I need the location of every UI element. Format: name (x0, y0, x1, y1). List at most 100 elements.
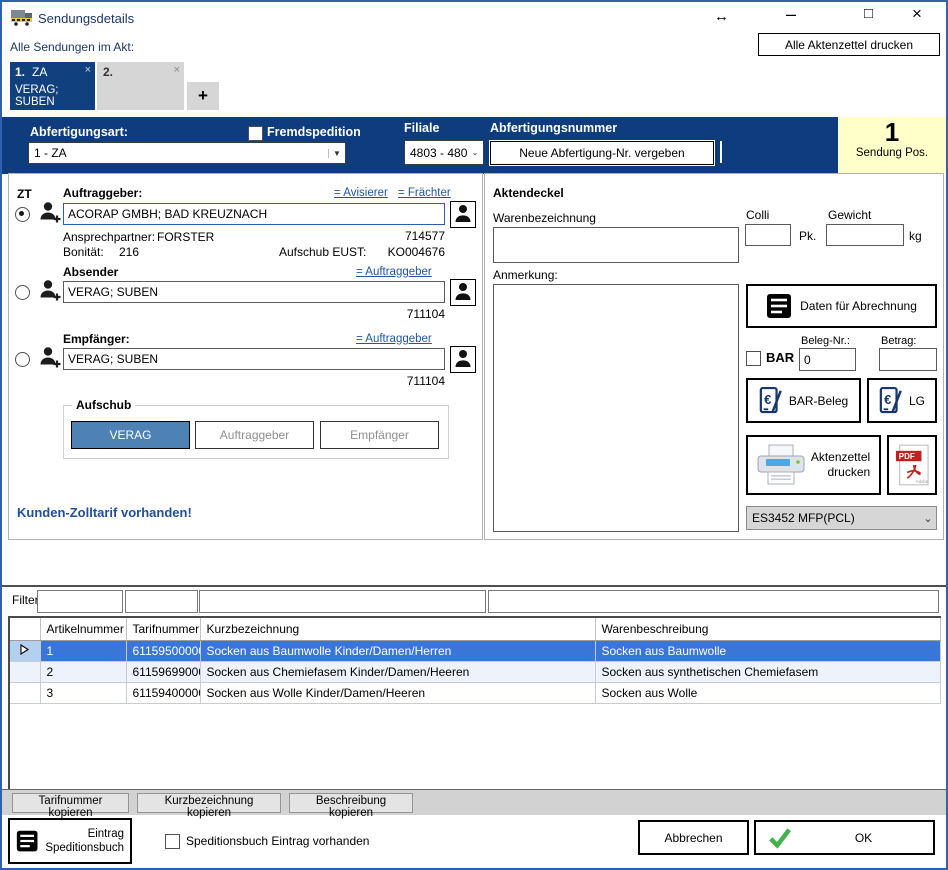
lg-button[interactable]: € LG (867, 378, 937, 423)
cell-kurzbezeichnung[interactable]: Socken aus Wolle Kinder/Damen/Heeren (200, 683, 595, 704)
zolltarif-note: Kunden-Zolltarif vorhanden! (17, 505, 192, 520)
cell-warenbeschreibung[interactable]: Socken aus Baumwolle (595, 641, 941, 662)
anmerkung-textarea[interactable] (493, 284, 739, 532)
bar-beleg-button[interactable]: € BAR-Beleg (746, 378, 861, 423)
copy-tarifnummer-button[interactable]: Tarifnummer kopieren (12, 793, 129, 813)
cell-artikelnummer[interactable]: 1 (40, 641, 126, 662)
avisierer-link[interactable]: = Avisierer (334, 187, 388, 199)
auftraggeber-input[interactable] (63, 203, 445, 225)
pdf-button[interactable]: PDF Adobe (887, 435, 937, 495)
colli-input[interactable] (745, 224, 791, 246)
empfaenger-contact-button[interactable] (450, 346, 476, 373)
gewicht-input[interactable] (826, 224, 904, 246)
add-contact-icon[interactable] (39, 278, 61, 305)
absender-label: Absender (63, 265, 118, 279)
absender-contact-button[interactable] (450, 279, 476, 306)
cell-kurzbezeichnung[interactable]: Socken aus Chemiefasem Kinder/Damen/Heer… (200, 662, 595, 683)
cell-artikelnummer[interactable]: 2 (40, 662, 126, 683)
zt-radio-auftraggeber[interactable] (15, 207, 30, 222)
column-header-warenbeschreibung[interactable]: Warenbeschreibung (595, 618, 941, 641)
cell-tarifnummer[interactable]: 61159400000 (126, 683, 200, 704)
bar-beleg-label: BAR-Beleg (789, 394, 848, 408)
add-contact-icon[interactable] (39, 200, 61, 227)
zt-radio-absender[interactable] (15, 285, 30, 300)
minimize-icon[interactable]: – (786, 4, 796, 25)
table-row[interactable]: 3 61159400000 Socken aus Wolle Kinder/Da… (10, 683, 941, 704)
tab-1-close-icon[interactable]: × (85, 64, 91, 76)
dispatch-band: Abfertigungsart: 1 - ZA ▼ Fremdspedition… (2, 117, 946, 174)
filiale-select[interactable]: 4803 - 480 ⌄ (404, 140, 484, 165)
tab-1-type: ZA (32, 65, 47, 79)
warenbezeichnung-textarea[interactable] (493, 227, 739, 263)
table-header-row: Artikelnummer Tarifnummer Kurzbezeichnun… (10, 618, 941, 641)
filter-input-tarifnummer[interactable] (125, 590, 198, 613)
row-selector-cell[interactable] (10, 641, 40, 662)
neue-abfertigungsnummer-button[interactable]: Neue Abfertigung-Nr. vergeben (490, 141, 714, 165)
add-shipment-tab-button[interactable]: + (187, 82, 219, 110)
empfaenger-input[interactable] (63, 348, 445, 370)
bar-label: BAR (766, 350, 794, 365)
sendungsdetails-window: Sendungsdetails ↔ – □ × Alle Sendungen i… (0, 0, 948, 870)
filter-input-kurzbezeichnung[interactable] (199, 590, 486, 613)
eintrag-speditionsbuch-button[interactable]: Eintrag Speditionsbuch (8, 818, 132, 864)
bar-checkbox[interactable] (746, 351, 761, 366)
shipment-tab-2[interactable]: 2. × (97, 62, 184, 110)
all-shipments-label: Alle Sendungen im Akt: (10, 40, 134, 54)
maximize-icon[interactable]: □ (864, 5, 873, 22)
auftraggeber-contact-button[interactable] (450, 201, 476, 228)
beleg-nr-input[interactable] (799, 348, 856, 371)
empfaenger-auftraggeber-link[interactable]: = Auftraggeber (356, 333, 432, 345)
add-contact-icon[interactable] (39, 345, 61, 372)
cancel-button[interactable]: Abbrechen (638, 820, 749, 855)
cell-artikelnummer[interactable]: 3 (40, 683, 126, 704)
svg-text:€: € (884, 391, 891, 406)
zt-radio-empfaenger[interactable] (15, 352, 30, 367)
chevron-down-icon[interactable]: ⌄ (920, 512, 936, 525)
chevron-down-icon[interactable]: ⌄ (467, 148, 483, 157)
copy-kurzbezeichnung-button[interactable]: Kurzbezeichnung kopieren (137, 793, 281, 813)
fremdspedition-label: Fremdspedition (267, 125, 361, 139)
table-row[interactable]: 2 61159699000 Socken aus Chemiefasem Kin… (10, 662, 941, 683)
cell-tarifnummer[interactable]: 61159500000 (126, 641, 200, 662)
cell-warenbeschreibung[interactable]: Socken aus synthetischen Chemiefasem (595, 662, 941, 683)
table-row[interactable]: 1 61159500000 Socken aus Baumwolle Kinde… (10, 641, 941, 662)
ok-button[interactable]: OK (754, 820, 935, 855)
shipment-tab-1[interactable]: 1. ZA × VERAG; SUBEN (10, 62, 95, 110)
row-selector-cell[interactable] (10, 683, 40, 704)
betrag-input[interactable] (879, 348, 937, 371)
row-selector-cell[interactable] (10, 662, 40, 683)
resize-horizontal-icon[interactable]: ↔ (714, 8, 729, 25)
filiale-label: Filiale (404, 121, 439, 135)
tab-2-close-icon[interactable]: × (174, 64, 180, 76)
filter-input-warenbeschreibung[interactable] (488, 590, 939, 613)
cell-tarifnummer[interactable]: 61159699000 (126, 662, 200, 683)
cell-kurzbezeichnung[interactable]: Socken aus Baumwolle Kinder/Damen/Herren (200, 641, 595, 662)
absender-input[interactable] (63, 281, 445, 303)
absender-auftraggeber-link[interactable]: = Auftraggeber (356, 266, 432, 278)
bonitaet-label: Bonität: (63, 245, 104, 259)
dropdown-arrow-icon[interactable]: ▼ (328, 149, 345, 158)
aufschub-auftraggeber-button[interactable]: Auftraggeber (195, 421, 314, 449)
printer-select[interactable]: ES3452 MFP(PCL) ⌄ (746, 506, 937, 530)
close-icon[interactable]: × (912, 4, 922, 24)
aktenzettel-drucken-button[interactable]: Aktenzettel drucken (746, 435, 881, 495)
aufschub-empfaenger-button[interactable]: Empfänger (320, 421, 439, 449)
filter-input-artikelnummer[interactable] (37, 590, 123, 613)
cell-warenbeschreibung[interactable]: Socken aus Wolle (595, 683, 941, 704)
speditionsbuch-checkbox-label: Speditionsbuch Eintrag vorhanden (186, 834, 369, 848)
print-all-aktenzettel-button[interactable]: Alle Aktenzettel drucken (758, 33, 940, 56)
column-header-kurzbezeichnung[interactable]: Kurzbezeichnung (200, 618, 595, 641)
daten-fuer-abrechnung-button[interactable]: Daten für Abrechnung (746, 284, 937, 328)
beleg-nr-label: Beleg-Nr.: (801, 335, 850, 347)
column-header-artikelnummer[interactable]: Artikelnummer (40, 618, 126, 641)
aufschub-verag-button[interactable]: VERAG (71, 421, 190, 449)
fraechter-link[interactable]: = Frächter (398, 187, 451, 199)
speditionsbuch-checkbox[interactable] (165, 834, 180, 849)
ok-label: OK (800, 831, 927, 845)
bonitaet-value: 216 (119, 245, 139, 259)
column-header-tarifnummer[interactable]: Tarifnummer (126, 618, 200, 641)
abfertigungsart-select[interactable]: 1 - ZA ▼ (28, 142, 346, 164)
warenbezeichnung-label: Warenbezeichnung (493, 211, 596, 225)
copy-beschreibung-button[interactable]: Beschreibung kopieren (289, 793, 413, 813)
fremdspedition-checkbox[interactable] (248, 126, 263, 141)
